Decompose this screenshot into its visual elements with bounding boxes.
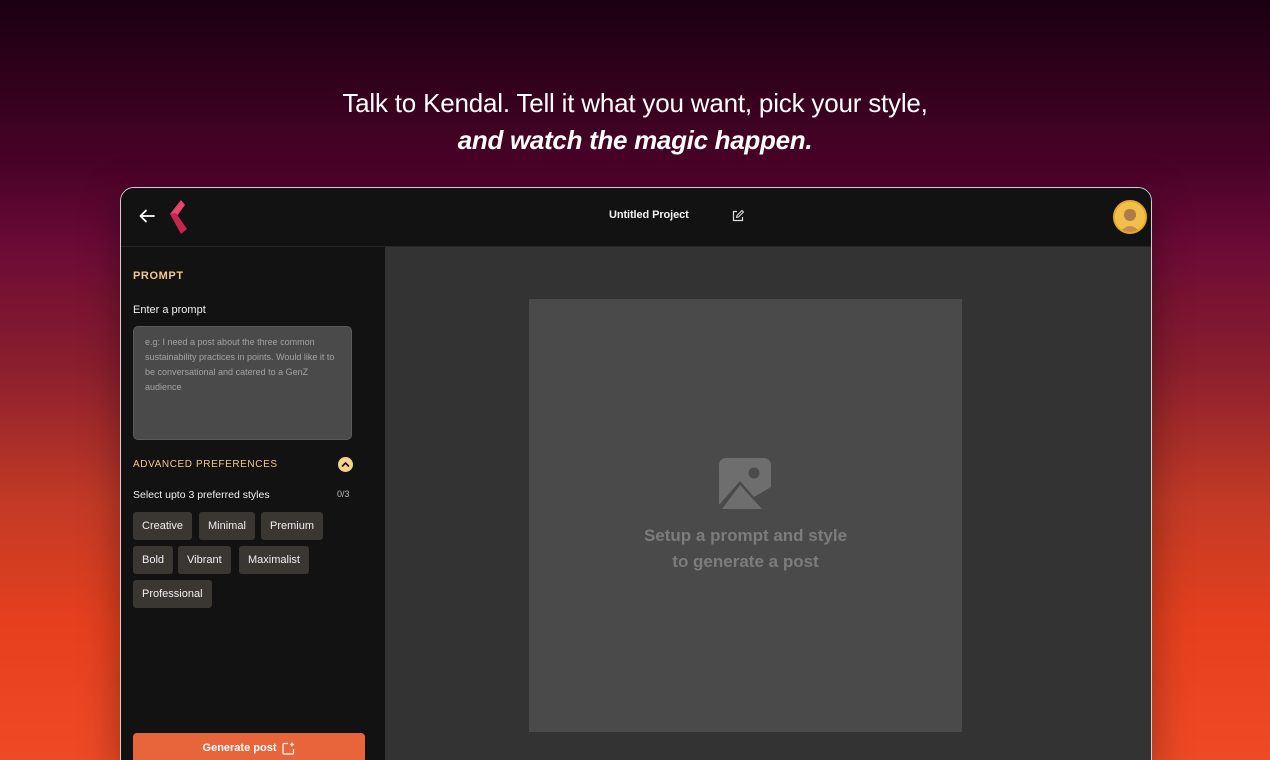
project-title[interactable]: Untitled Project	[609, 209, 689, 221]
style-chip-creative[interactable]: Creative	[133, 512, 192, 540]
user-avatar[interactable]	[1113, 200, 1147, 234]
advanced-preferences-toggle[interactable]	[338, 457, 353, 472]
kendal-logo-icon	[170, 200, 187, 234]
styles-label: Select upto 3 preferred styles	[133, 489, 270, 501]
kendal-logo[interactable]	[167, 199, 189, 235]
generate-post-button[interactable]: Generate post	[133, 733, 365, 760]
sparkle-plus-icon	[282, 742, 295, 755]
preview-text-line-2: to generate a post	[672, 552, 819, 571]
style-chip-premium[interactable]: Premium	[261, 512, 324, 540]
preview-text-line-1: Setup a prompt and style	[643, 526, 848, 545]
edit-title-button[interactable]	[731, 209, 745, 223]
edit-icon	[732, 209, 745, 222]
hero-line-1: Talk to Kendal. Tell it what you want, p…	[342, 88, 928, 118]
advanced-preferences-title[interactable]: ADVANCED PREFERENCES	[133, 459, 278, 470]
hero-heading: Talk to Kendal. Tell it what you want, p…	[0, 86, 1270, 160]
arrow-left-icon	[139, 209, 155, 223]
section-title-prompt: PROMPT	[133, 270, 184, 282]
preview-placeholder-text: Setup a prompt and style to generate a p…	[529, 523, 962, 575]
hero-line-2: and watch the magic happen.	[457, 125, 813, 155]
prompt-input[interactable]	[133, 326, 352, 440]
canvas-area: Setup a prompt and style to generate a p…	[385, 247, 1151, 760]
top-bar: Untitled Project	[121, 188, 1151, 247]
generate-post-label: Generate post	[202, 742, 277, 754]
post-preview-placeholder: Setup a prompt and style to generate a p…	[529, 299, 962, 732]
style-chip-minimal[interactable]: Minimal	[199, 512, 255, 540]
prompt-label: Enter a prompt	[133, 304, 206, 316]
styles-count: 0/3	[337, 489, 350, 499]
back-button[interactable]	[137, 206, 157, 226]
image-placeholder-icon	[718, 457, 772, 511]
avatar-illustration-icon	[1115, 202, 1145, 232]
style-chip-vibrant[interactable]: Vibrant	[178, 546, 231, 574]
style-chip-professional[interactable]: Professional	[133, 580, 212, 608]
chevron-up-icon	[341, 462, 350, 467]
style-chip-bold[interactable]: Bold	[133, 546, 174, 574]
prompt-sidebar: PROMPT Enter a prompt ADVANCED PREFERENC…	[121, 247, 385, 760]
style-chip-maximalist[interactable]: Maximalist	[239, 546, 309, 574]
app-window: Untitled Project PROMPT Enter a prompt A…	[120, 187, 1152, 760]
